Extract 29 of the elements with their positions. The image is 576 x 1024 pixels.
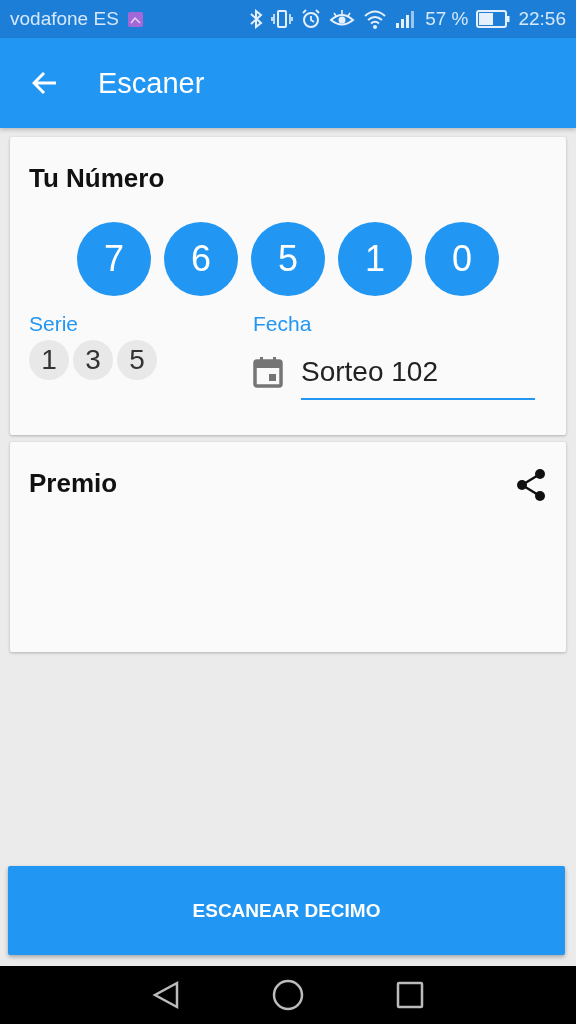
serie-ball: 5 (117, 340, 157, 380)
calendar-icon[interactable] (253, 356, 283, 388)
fecha-label: Fecha (253, 312, 313, 336)
number-ball: 1 (338, 222, 412, 296)
number-ball: 7 (77, 222, 151, 296)
number-ball: 6 (164, 222, 238, 296)
number-ball: 0 (425, 222, 499, 296)
home-nav-icon[interactable] (272, 979, 304, 1011)
wifi-icon (363, 9, 388, 29)
serie-label: Serie (29, 312, 80, 336)
vibrate-icon (271, 9, 294, 29)
carrier-name: vodafone ES (10, 8, 119, 30)
share-icon[interactable] (516, 468, 546, 502)
card-title: Tu Número (29, 163, 166, 194)
battery-percentage: 57 % (425, 8, 469, 30)
serie-ball: 1 (29, 340, 69, 380)
screen-title: Escaner (98, 66, 205, 100)
bluetooth-icon (249, 9, 264, 29)
card-title: Premio (29, 468, 118, 499)
alarm-clock-icon (301, 9, 322, 29)
number-ball: 5 (251, 222, 325, 296)
draw-input-field[interactable]: Sorteo 102 (301, 348, 535, 400)
image-notification-icon (126, 10, 144, 28)
clock-time: 22:56 (518, 8, 566, 30)
serie-ball: 3 (73, 340, 113, 380)
back-nav-icon[interactable] (152, 980, 180, 1010)
battery-icon (476, 10, 511, 28)
recents-nav-icon[interactable] (396, 981, 424, 1009)
back-arrow-icon (32, 71, 58, 95)
